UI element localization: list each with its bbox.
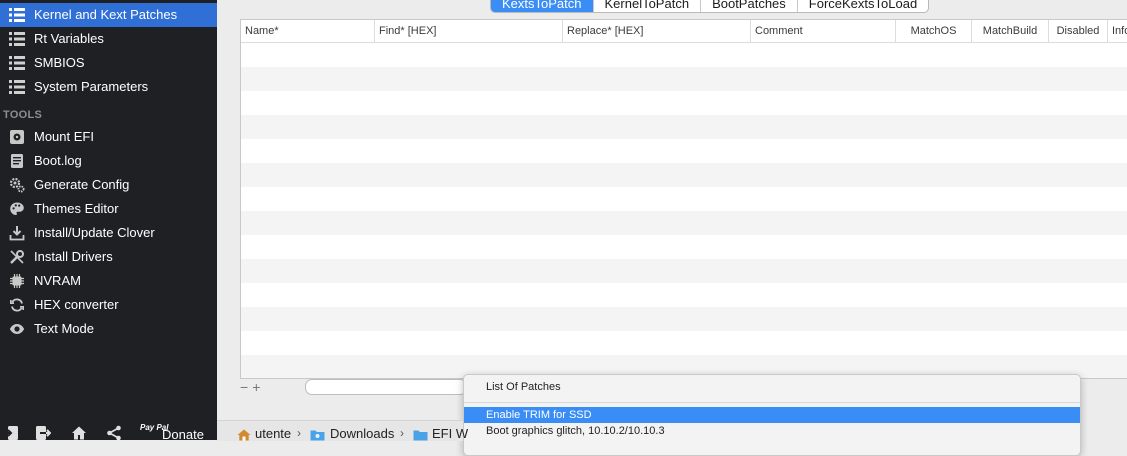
table-row [241,91,1127,115]
sidebar: Kernel and Kext Patches Rt Variables SMB… [0,0,217,443]
home-folder-icon [237,428,251,441]
sidebar-item-install-update-clover[interactable]: Install/Update Clover [0,221,217,245]
path-bar: utente › Downloads › EFI W [217,420,468,441]
tools-section-heading: TOOLS [3,109,43,121]
column-header-comment[interactable]: Comment [750,20,895,42]
sidebar-item-nvram[interactable]: NVRAM [0,269,217,293]
breadcrumb[interactable]: EFI W [432,426,468,441]
menu-item-boot-graphics-glitch[interactable]: Boot graphics glitch, 10.10.2/10.10.3 [464,423,1080,439]
sidebar-item-install-drivers[interactable]: Install Drivers [0,245,217,269]
table-row [241,139,1127,163]
remove-row-button[interactable]: − [240,379,252,395]
table-row [241,235,1127,259]
sidebar-item-label: NVRAM [34,273,81,288]
table-row [241,115,1127,139]
patch-tabs: KextsToPatch KernelToPatch BootPatches F… [490,0,930,13]
sidebar-item-label: SMBIOS [34,55,85,70]
column-header-matchos[interactable]: MatchOS [895,20,971,42]
table-row [241,283,1127,307]
sidebar-item-boot-log[interactable]: Boot.log [0,149,217,173]
import-icon[interactable] [1,423,21,443]
breadcrumb[interactable]: utente [255,426,291,441]
sidebar-item-text-mode[interactable]: Text Mode [0,317,217,341]
document-icon [8,152,26,170]
sidebar-item-hex-converter[interactable]: HEX converter [0,293,217,317]
horizontal-scrollbar[interactable] [305,379,467,395]
sidebar-item-label: Themes Editor [34,201,119,216]
menu-item-enable-trim[interactable]: Enable TRIM for SSD [464,407,1080,423]
home-icon[interactable] [69,423,89,443]
table-row [241,259,1127,283]
disk-icon [8,128,26,146]
table-row [241,163,1127,187]
folder-icon [413,428,428,441]
sidebar-item-label: System Parameters [34,79,149,94]
list-icon [8,6,26,24]
wrench-icon [8,248,26,266]
sidebar-item-mount-efi[interactable]: Mount EFI [0,125,217,149]
sidebar-item-label: Install/Update Clover [34,225,155,240]
column-header-replace[interactable]: Replace* [HEX] [562,20,750,42]
eye-icon [8,320,26,338]
breadcrumb[interactable]: Downloads [330,426,394,441]
sidebar-item-smbios[interactable]: SMBIOS [0,51,217,75]
share-icon[interactable] [104,423,124,443]
table-row [241,67,1127,91]
popup-title: List Of Patches [486,381,561,393]
column-header-disabled[interactable]: Disabled [1048,20,1107,42]
list-icon [8,54,26,72]
column-header-name[interactable]: Name* [241,20,374,42]
sidebar-item-rt-variables[interactable]: Rt Variables [0,27,217,51]
table-row [241,331,1127,355]
table-header: Name* Find* [HEX] Replace* [HEX] Comment… [241,20,1127,43]
tab-kexts-to-patch[interactable]: KextsToPatch [491,0,594,12]
popup-divider [464,402,1080,403]
table-row [241,187,1127,211]
column-header-find[interactable]: Find* [HEX] [374,20,562,42]
list-icon [8,78,26,96]
list-icon [8,30,26,48]
tab-boot-patches[interactable]: BootPatches [701,0,798,12]
sidebar-item-label: Text Mode [34,321,94,336]
sidebar-item-label: Rt Variables [34,31,104,46]
sidebar-item-label: Generate Config [34,177,130,192]
chip-icon [8,272,26,290]
sidebar-item-label: Boot.log [34,153,82,168]
sidebar-item-themes-editor[interactable]: Themes Editor [0,197,217,221]
sidebar-item-kernel-kext-patches[interactable]: Kernel and Kext Patches [0,3,217,27]
sidebar-item-label: Mount EFI [34,129,94,144]
refresh-icon [8,296,26,314]
table-row [241,307,1127,331]
table-row [241,43,1127,67]
sidebar-item-generate-config[interactable]: Generate Config [0,173,217,197]
gears-icon [8,176,26,194]
sidebar-item-label: Kernel and Kext Patches [34,7,178,22]
patches-popup-menu: List Of Patches Enable TRIM for SSD Boot… [463,374,1081,456]
chevron-right-icon: › [400,426,404,440]
column-header-info[interactable]: Info [1107,20,1127,42]
column-header-matchbuild[interactable]: MatchBuild [971,20,1048,42]
patches-table[interactable]: Name* Find* [HEX] Replace* [HEX] Comment… [240,19,1127,379]
sidebar-item-system-parameters[interactable]: System Parameters [0,75,217,99]
tab-kernel-to-patch[interactable]: KernelToPatch [594,0,702,12]
row-buttons: −+ [240,379,264,395]
add-row-button[interactable]: + [252,379,264,395]
tab-force-kexts-to-load[interactable]: ForceKextsToLoad [798,0,928,12]
palette-icon [8,200,26,218]
download-icon [8,224,26,242]
export-icon[interactable] [33,423,53,443]
folder-icon [310,428,325,441]
sidebar-item-label: Install Drivers [34,249,113,264]
sidebar-item-label: HEX converter [34,297,119,312]
table-row [241,211,1127,235]
chevron-right-icon: › [297,426,301,440]
